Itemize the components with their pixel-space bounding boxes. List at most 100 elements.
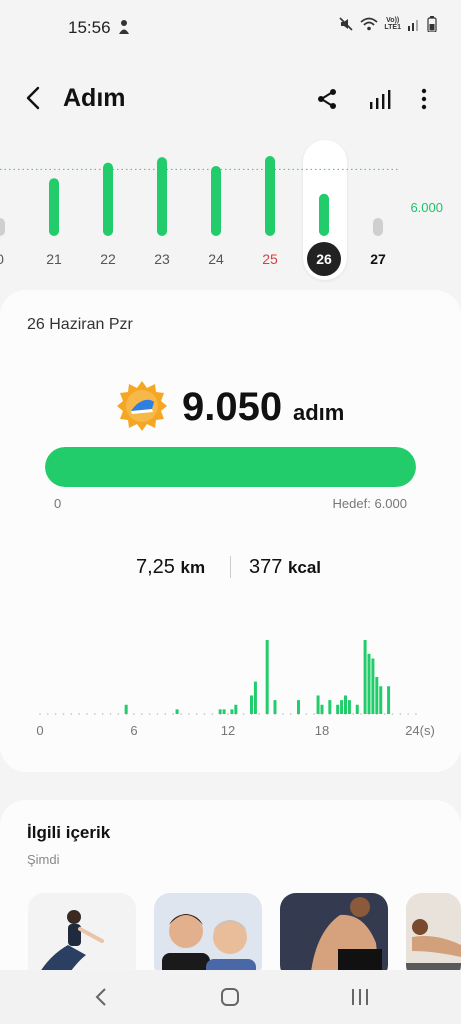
mute-icon — [339, 17, 353, 31]
baseline-dot — [203, 713, 206, 715]
baseline-dot — [289, 713, 292, 715]
hourly-bar — [375, 677, 379, 714]
calories-value: 377 — [249, 556, 283, 578]
nav-back-icon[interactable] — [86, 984, 116, 1010]
step-count: 9.050 — [182, 385, 283, 429]
day-bar-27[interactable] — [373, 218, 383, 236]
baseline-dot — [133, 713, 135, 715]
distance-unit: km — [180, 558, 206, 577]
hourly-bar — [344, 695, 347, 714]
baseline-dot — [391, 713, 394, 715]
x-tick-label: 6 — [130, 723, 137, 738]
day-bar-25[interactable] — [265, 156, 275, 236]
related-thumbnail-trainers[interactable] — [154, 893, 262, 981]
hourly-steps-chart[interactable]: 0 6 12 18 24(s) — [0, 620, 461, 745]
baseline-dot — [383, 713, 386, 715]
x-tick-label: 24(s) — [405, 723, 435, 738]
day-bar-0[interactable] — [0, 218, 5, 236]
hourly-bar — [273, 700, 277, 714]
x-tick-label: 0 — [36, 723, 43, 738]
day-label-23[interactable]: 23 — [154, 251, 170, 267]
more-vertical-icon[interactable] — [411, 86, 437, 112]
stat-divider — [230, 556, 231, 578]
day-bar-24[interactable] — [211, 166, 221, 236]
nav-home-icon[interactable] — [215, 984, 245, 1010]
battery-icon — [427, 16, 437, 32]
baseline-dot — [78, 713, 80, 715]
day-bar-22[interactable] — [103, 162, 113, 236]
day-label-24[interactable]: 24 — [208, 251, 224, 267]
baseline-dot — [258, 713, 261, 715]
baseline-dot — [313, 713, 315, 715]
hourly-bar — [347, 700, 351, 714]
related-content-subtitle: Şimdi — [27, 852, 60, 867]
baseline-dot — [109, 713, 112, 715]
distance-value: 7,25 — [136, 556, 175, 578]
weekly-goal-label: 6.000 — [410, 200, 443, 215]
step-unit: adım — [293, 400, 345, 425]
progress-min-label: 0 — [54, 496, 62, 511]
back-arrow-icon[interactable] — [22, 84, 46, 112]
hourly-bar — [253, 681, 257, 714]
baseline-dot — [86, 713, 88, 715]
related-thumbnail-yoga[interactable] — [28, 893, 136, 981]
bar-chart-icon[interactable] — [367, 86, 393, 112]
hourly-bar — [367, 653, 371, 714]
day-bar-23[interactable] — [157, 157, 167, 236]
lte-top-label: Vo)) — [386, 17, 400, 24]
baseline-dot — [164, 713, 167, 715]
baseline-dot — [148, 713, 151, 715]
day-label-22[interactable]: 22 — [100, 251, 116, 267]
hourly-bar — [218, 709, 222, 714]
hourly-bar — [234, 704, 238, 714]
hourly-bar — [355, 704, 359, 714]
lte-indicator: Vo)) LTE1 — [384, 17, 401, 31]
baseline-dot — [70, 713, 73, 715]
hourly-bar — [387, 686, 391, 714]
person-icon — [116, 19, 132, 40]
related-thumbnail-fitness[interactable] — [280, 893, 388, 981]
weekly-steps-chart[interactable]: 0 21 22 23 24 25 26 27 — [0, 130, 461, 290]
status-time: 15:56 — [68, 18, 111, 37]
day-bar-21[interactable] — [49, 178, 59, 236]
baseline-dot — [211, 713, 214, 715]
hourly-bar — [124, 704, 128, 714]
baseline-dot — [195, 713, 198, 715]
day-label-21[interactable]: 21 — [46, 251, 62, 267]
day-label-0[interactable]: 0 — [0, 251, 4, 267]
hourly-bar — [371, 658, 375, 714]
baseline-dot — [172, 713, 174, 715]
progress-goal-label: Hedef: 6.000 — [332, 496, 407, 511]
calories-unit: kcal — [287, 558, 322, 577]
step-progress-fill — [45, 447, 416, 487]
hourly-bar — [336, 704, 340, 714]
hourly-bar — [340, 700, 344, 714]
hourly-bar — [379, 686, 383, 714]
lte-bottom-label: LTE1 — [384, 24, 401, 31]
baseline-dot — [305, 713, 308, 715]
signal-icon — [408, 20, 418, 31]
wifi-icon — [360, 17, 378, 31]
day-label-25[interactable]: 25 — [262, 251, 278, 267]
nav-recents-icon[interactable] — [345, 984, 375, 1010]
baseline-dot — [227, 713, 229, 715]
baseline-dot — [39, 713, 41, 715]
day-label-27[interactable]: 27 — [370, 251, 386, 267]
calories-stat: 377 kcal — [249, 556, 321, 579]
baseline-dot — [242, 713, 245, 715]
share-icon[interactable] — [314, 86, 340, 112]
baseline-dot — [117, 713, 120, 715]
x-tick-label: 18 — [315, 723, 329, 738]
hourly-bar — [222, 709, 226, 714]
day-bar-26[interactable] — [319, 193, 329, 236]
hourly-bar — [328, 700, 332, 714]
baseline-dot — [282, 713, 284, 715]
x-tick-label: 12 — [221, 723, 235, 738]
baseline-dot — [180, 713, 182, 715]
status-icons: Vo)) LTE1 — [338, 16, 437, 32]
hourly-bar — [320, 704, 324, 714]
day-label-26[interactable]: 26 — [316, 251, 332, 267]
hourly-bar — [316, 695, 320, 714]
baseline-dot — [352, 713, 355, 715]
related-thumbnail-pushup[interactable] — [406, 893, 461, 981]
